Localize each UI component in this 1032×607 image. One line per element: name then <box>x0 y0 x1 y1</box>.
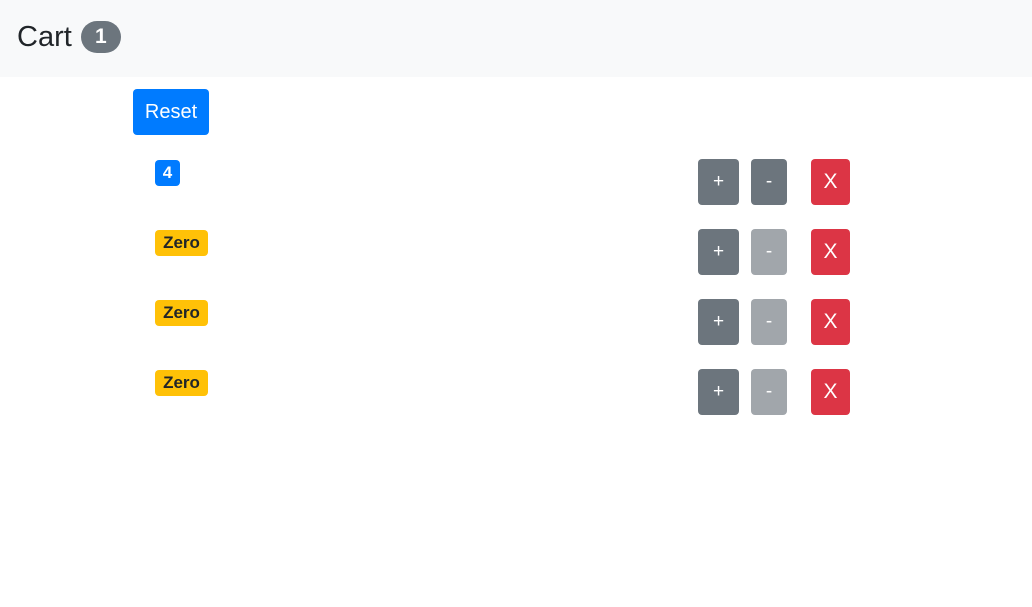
navbar: Cart 1 <box>0 0 1032 77</box>
increment-button[interactable]: + <box>698 299 739 345</box>
counter-value-badge: Zero <box>155 300 208 326</box>
delete-button[interactable]: X <box>811 299 850 345</box>
total-count-badge: 1 <box>80 21 121 53</box>
decrement-button[interactable]: - <box>751 229 787 275</box>
brand-title: Cart <box>17 21 72 53</box>
decrement-button[interactable]: - <box>751 369 787 415</box>
decrement-button[interactable]: - <box>751 159 787 205</box>
delete-button[interactable]: X <box>811 159 850 205</box>
counter-value-badge: Zero <box>155 230 208 256</box>
increment-button[interactable]: + <box>698 369 739 415</box>
counter-value-badge: Zero <box>155 370 208 396</box>
navbar-brand[interactable]: Cart 1 <box>17 19 121 55</box>
increment-button[interactable]: + <box>698 229 739 275</box>
reset-button[interactable]: Reset <box>133 89 209 135</box>
increment-button[interactable]: + <box>698 159 739 205</box>
decrement-button[interactable]: - <box>751 299 787 345</box>
delete-button[interactable]: X <box>811 229 850 275</box>
delete-button[interactable]: X <box>811 369 850 415</box>
counter-value-badge: 4 <box>155 160 180 186</box>
